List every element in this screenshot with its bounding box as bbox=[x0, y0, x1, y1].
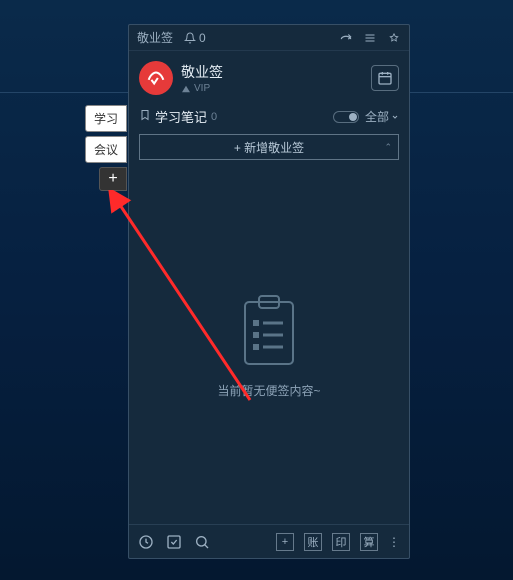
add-note-button[interactable]: + 新增敬业签 ⌃ bbox=[139, 134, 399, 160]
section-name[interactable]: 学习笔记 bbox=[155, 107, 207, 126]
add-note-label: + 新增敬业签 bbox=[234, 139, 304, 156]
pin-icon[interactable] bbox=[387, 31, 401, 45]
menu-icon[interactable] bbox=[363, 31, 377, 45]
empty-state-text: 当前暂无便签内容~ bbox=[217, 382, 320, 399]
filter-dropdown[interactable]: 全部 bbox=[365, 108, 399, 125]
chevron-down-icon bbox=[391, 113, 399, 121]
expand-icon: ⌃ bbox=[384, 142, 392, 153]
checkbox-icon[interactable] bbox=[165, 533, 183, 551]
notification-count: 0 bbox=[199, 31, 206, 45]
calendar-button[interactable] bbox=[371, 65, 399, 91]
history-icon[interactable] bbox=[137, 533, 155, 551]
vip-badge: VIP bbox=[181, 83, 371, 94]
side-tab-meeting[interactable]: 会议 bbox=[85, 136, 127, 163]
toggle-switch[interactable] bbox=[333, 111, 359, 123]
side-tab-add[interactable]: + bbox=[99, 167, 127, 191]
bell-icon bbox=[183, 31, 197, 45]
side-tab-study[interactable]: 学习 bbox=[85, 105, 127, 132]
app-name: 敬业签 bbox=[181, 62, 371, 82]
footer-add-button[interactable]: + bbox=[276, 533, 294, 551]
filter-label-text: 全部 bbox=[365, 108, 389, 125]
vip-label: VIP bbox=[194, 83, 210, 94]
header: 敬业签 VIP bbox=[129, 51, 409, 103]
clipboard-icon bbox=[237, 294, 301, 370]
section-bar: 学习笔记 0 全部 bbox=[129, 103, 409, 130]
footer-more-icon[interactable]: ⋮ bbox=[388, 535, 401, 549]
bookmark-icon bbox=[139, 109, 151, 124]
footer-calc-button[interactable]: 算 bbox=[360, 533, 378, 551]
app-window: 敬业签 0 敬业签 bbox=[128, 24, 410, 559]
content-area: 当前暂无便签内容~ bbox=[129, 168, 409, 524]
footer-toolbar: + 账 印 算 ⋮ bbox=[129, 524, 409, 558]
section-count: 0 bbox=[211, 111, 217, 123]
footer-print-button[interactable]: 印 bbox=[332, 533, 350, 551]
search-icon[interactable] bbox=[193, 533, 211, 551]
app-logo bbox=[139, 61, 173, 95]
side-tab-list: 学习 会议 + bbox=[85, 105, 127, 191]
notification-indicator[interactable]: 0 bbox=[183, 31, 206, 45]
footer-account-button[interactable]: 账 bbox=[304, 533, 322, 551]
sync-icon[interactable] bbox=[339, 31, 353, 45]
window-title: 敬业签 bbox=[137, 29, 173, 46]
titlebar: 敬业签 0 bbox=[129, 25, 409, 51]
